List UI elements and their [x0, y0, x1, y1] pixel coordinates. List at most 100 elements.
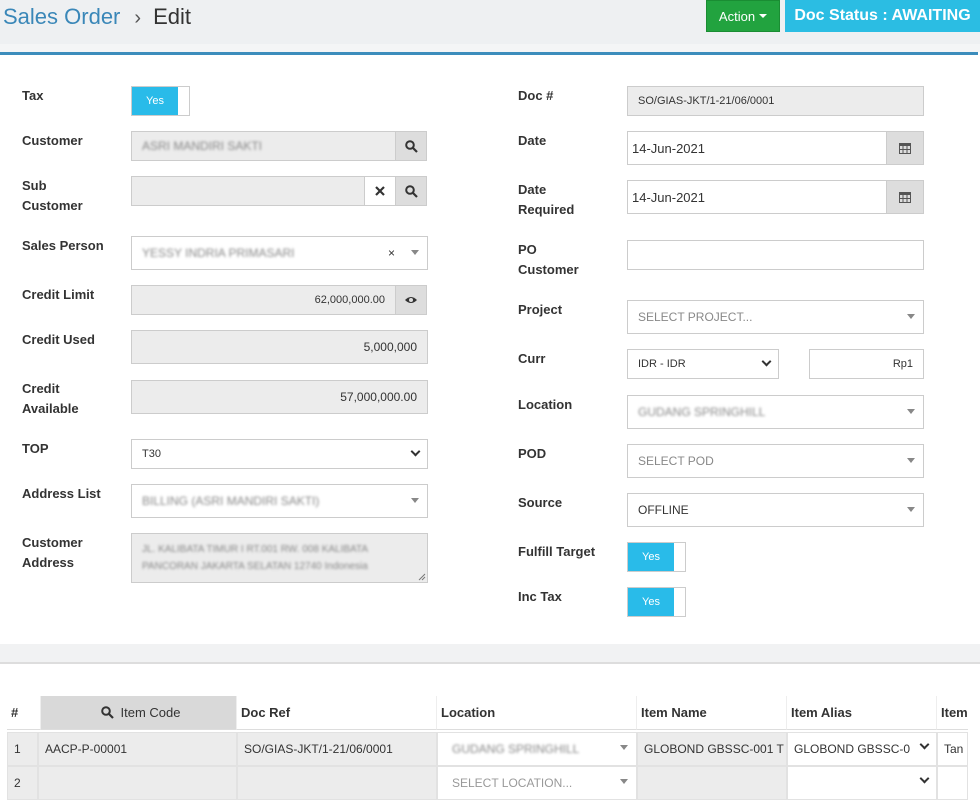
col-header-item-alias: Item Alias [787, 696, 937, 730]
action-button-label: Action [718, 8, 756, 24]
sales-person-select[interactable]: YESSY INDRIA PRIMASARI × [131, 236, 428, 270]
section-gap [0, 44, 980, 52]
address-list-select[interactable]: BILLING (ASRI MANDIRI SAKTI) [131, 484, 428, 518]
clear-icon[interactable]: × [388, 246, 395, 260]
row1-doc-ref: SO/GIAS-JKT/1-21/06/0001 [237, 732, 437, 766]
credit-used-label: Credit Used [22, 332, 95, 347]
credit-available-label-line1: Credit [22, 381, 60, 396]
caret-down-icon [759, 14, 768, 18]
date-calendar-button[interactable] [886, 131, 924, 165]
row1-item-extra[interactable]: Tan [937, 732, 968, 766]
row1-item-alias-value: GLOBOND GBSSC-0 [794, 742, 911, 756]
sub-customer-clear-button[interactable] [364, 176, 396, 206]
customer-address-label-line1: Customer [22, 535, 83, 550]
currency-select[interactable]: IDR - IDR [627, 349, 779, 379]
col-header-item-code[interactable]: Item Code [41, 696, 237, 730]
fulfill-target-toggle[interactable]: Yes [627, 542, 686, 572]
resize-handle-icon[interactable] [418, 573, 426, 581]
col-header-item-name: Item Name [637, 696, 787, 730]
address-list-label: Address List [22, 486, 101, 501]
tax-toggle[interactable]: Yes [131, 86, 190, 116]
source-select[interactable]: OFFLINE [627, 493, 924, 527]
inc-tax-label: Inc Tax [518, 589, 562, 604]
dropdown-arrow-icon [411, 250, 419, 255]
row2-item-extra[interactable] [937, 766, 968, 800]
po-customer-label-line2: Customer [518, 262, 579, 277]
search-icon [404, 139, 418, 153]
date-field[interactable]: 14-Jun-2021 [627, 131, 887, 165]
sales-person-label: Sales Person [22, 238, 104, 253]
row2-item-name [637, 766, 787, 800]
eye-icon [405, 297, 417, 303]
inc-tax-toggle-on: Yes [628, 588, 674, 616]
customer-search-button[interactable] [395, 131, 427, 161]
close-icon [375, 186, 385, 196]
row1-item-name: GLOBOND GBSSC-001 T [637, 732, 787, 766]
col-header-item-extra: Item [937, 696, 968, 730]
chevron-down-icon [410, 446, 421, 457]
project-label: Project [518, 302, 563, 317]
sales-person-value: YESSY INDRIA PRIMASARI [142, 246, 295, 260]
date-required-calendar-button[interactable] [886, 180, 924, 214]
chevron-down-icon [919, 739, 930, 750]
row2-item-alias-select[interactable] [787, 766, 937, 800]
date-required-label-line1: Date [518, 182, 547, 197]
tax-toggle-on: Yes [132, 87, 178, 115]
row2-doc-ref [237, 766, 437, 800]
top-select[interactable]: T30 [131, 439, 428, 469]
row1-item-alias-select[interactable]: GLOBOND GBSSC-0 [787, 732, 937, 766]
section-gap [0, 644, 980, 664]
date-required-label: Date Required [518, 180, 574, 220]
source-value: OFFLINE [638, 503, 689, 517]
curr-label: Curr [518, 351, 546, 366]
calendar-icon [899, 192, 911, 203]
breadcrumb-edit: Edit [153, 4, 191, 29]
date-required-field[interactable]: 14-Jun-2021 [627, 180, 887, 214]
credit-available-label-line2: Available [22, 401, 79, 416]
top-value: T30 [142, 448, 161, 460]
customer-address-textarea[interactable]: JL. KALIBATA TIMUR I RT.001 RW. 008 KALI… [131, 533, 428, 583]
customer-value: ASRI MANDIRI SAKTI [142, 139, 263, 153]
location-label: Location [518, 397, 573, 412]
row2-location-placeholder: SELECT LOCATION... [452, 776, 573, 790]
row1-location-select[interactable]: GUDANG SPRINGHILL [437, 732, 637, 766]
search-icon [100, 706, 114, 719]
customer-field[interactable]: ASRI MANDIRI SAKTI [131, 131, 396, 161]
dropdown-arrow-icon [907, 458, 915, 463]
form-panel: Tax Yes Customer ASRI MANDIRI SAKTI Sub C… [0, 52, 978, 644]
search-icon [404, 184, 418, 198]
inc-tax-toggle[interactable]: Yes [627, 587, 686, 617]
fulfill-target-label: Fulfill Target [518, 544, 596, 559]
row2-location-select[interactable]: SELECT LOCATION... [437, 766, 637, 800]
breadcrumb-sales-order[interactable]: Sales Order [3, 4, 120, 29]
currency-value: IDR - IDR [638, 358, 686, 370]
project-select[interactable]: SELECT PROJECT... [627, 300, 924, 334]
location-select[interactable]: GUDANG SPRINGHILL [627, 395, 924, 429]
customer-label: Customer [22, 133, 83, 148]
row2-num: 2 [7, 766, 38, 800]
row1-location-value: GUDANG SPRINGHILL [452, 742, 580, 756]
date-required-label-line2: Required [518, 202, 575, 217]
address-list-value: BILLING (ASRI MANDIRI SAKTI) [142, 494, 320, 508]
pod-placeholder: SELECT POD [638, 454, 714, 468]
row1-item-code[interactable]: AACP-P-00001 [38, 732, 237, 766]
credit-limit-view-button[interactable] [395, 285, 427, 315]
sub-customer-search-button[interactable] [395, 176, 427, 206]
po-customer-input[interactable] [627, 240, 924, 270]
top-label: TOP [22, 441, 49, 456]
credit-available-label: Credit Available [22, 379, 79, 419]
breadcrumb: Sales Order › Edit [3, 4, 191, 30]
dropdown-arrow-icon [411, 498, 419, 503]
credit-available-field: 57,000,000.00 [131, 380, 428, 414]
chevron-right-icon: › [134, 7, 142, 29]
col-header-num: # [7, 696, 41, 730]
pod-select[interactable]: SELECT POD [627, 444, 924, 478]
col-header-location: Location [437, 696, 637, 730]
currency-rate-field[interactable]: Rp1 [809, 349, 924, 379]
source-label: Source [518, 495, 563, 510]
dropdown-arrow-icon [907, 314, 915, 319]
col-header-doc-ref: Doc Ref [237, 696, 437, 730]
sub-customer-field[interactable] [131, 176, 365, 206]
row2-item-code[interactable] [38, 766, 237, 800]
action-button[interactable]: Action [706, 0, 780, 32]
